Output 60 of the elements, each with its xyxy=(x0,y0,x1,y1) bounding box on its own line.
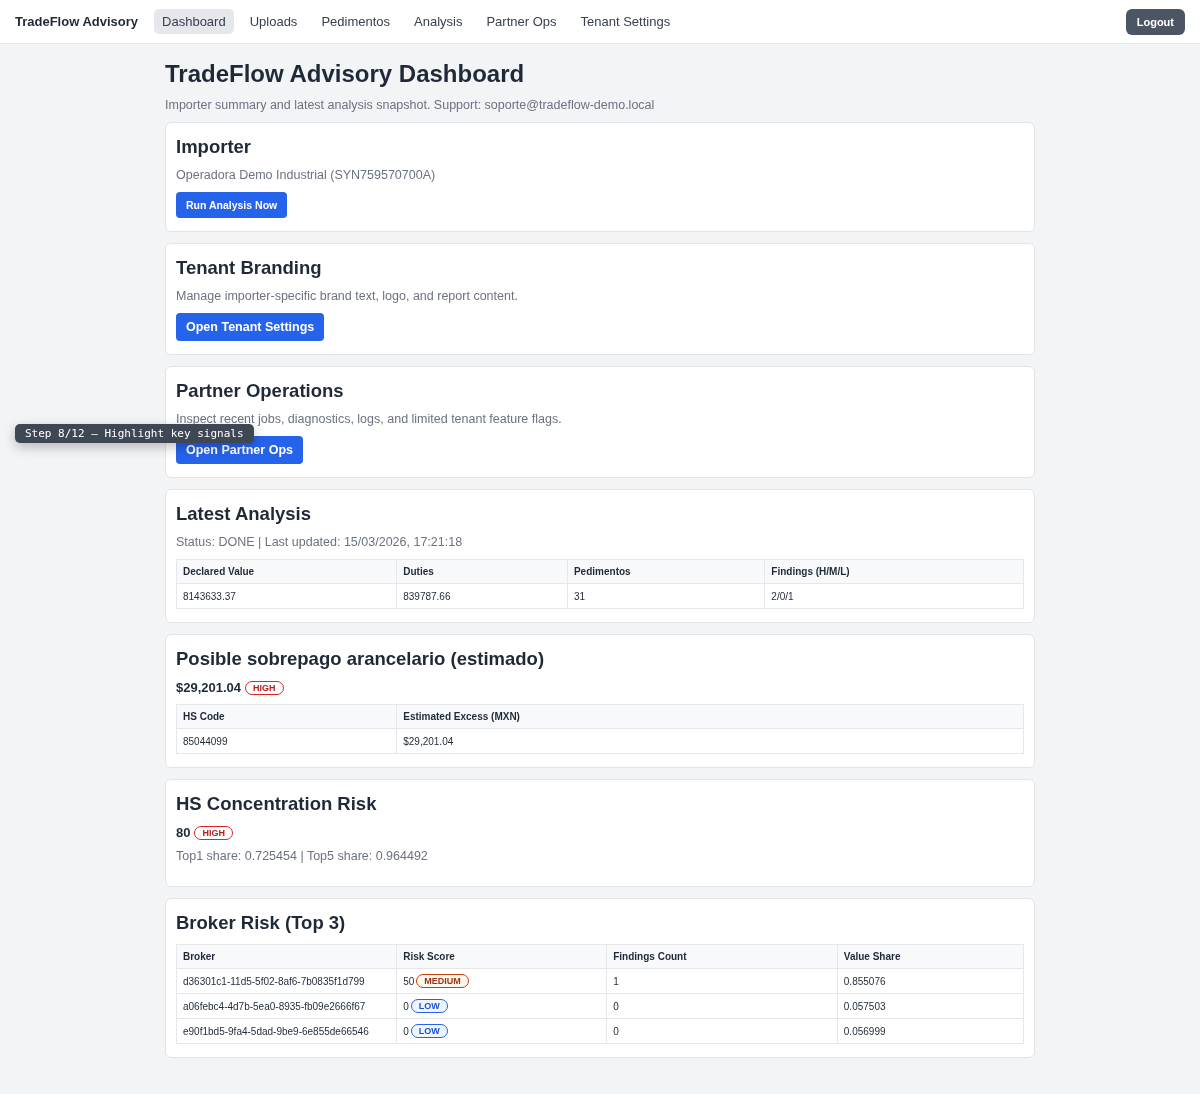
column-header: Declared Value xyxy=(176,559,397,584)
app-brand: TradeFlow Advisory xyxy=(15,14,139,29)
card-title: Broker Risk (Top 3) xyxy=(176,912,347,934)
column-header: Duties xyxy=(396,559,568,584)
nav-tab[interactable]: Tenant Settings xyxy=(572,9,679,34)
column-header: Findings Count xyxy=(606,944,838,969)
table-cell: a06febc4-4d7b-5ea0-8935-fb09e2666f67 xyxy=(183,1000,366,1012)
card-title: Partner Operations xyxy=(176,380,345,402)
table-cell: 0.057503 xyxy=(843,1000,886,1012)
table-cell: 0.855076 xyxy=(843,975,886,987)
risk-badge: LOW xyxy=(410,1024,448,1038)
column-header: Broker xyxy=(176,944,397,969)
card-text: Manage importer-specific brand text, logo, and report content. xyxy=(176,289,519,303)
table-cell: 0 xyxy=(403,1025,409,1037)
column-header: Risk Score xyxy=(396,944,607,969)
table-cell: 8143633.37 xyxy=(183,590,236,602)
card-title: Tenant Branding xyxy=(176,257,323,279)
table-cell: 0 xyxy=(403,1000,409,1012)
figure-value: $29,201.04 xyxy=(176,680,242,695)
tour-tooltip: Step 8/12 — Highlight key signals xyxy=(15,424,254,443)
nav-tab[interactable]: Analysis xyxy=(406,9,471,34)
page-title: TradeFlow Advisory Dashboard xyxy=(165,60,526,88)
table-cell: 0 xyxy=(613,1000,619,1012)
table-cell: 85044099 xyxy=(183,735,228,747)
table-cell: d36301c1-11d5-5f02-8af6-7b0835f1d799 xyxy=(183,975,365,987)
table-cell: $29,201.04 xyxy=(403,735,454,747)
table-cell: 50 xyxy=(403,975,415,987)
risk-badge: MEDIUM xyxy=(416,974,469,988)
nav-tab[interactable]: Uploads xyxy=(241,9,306,34)
card-text: Inspect recent jobs, diagnostics, logs, and limited tenant feature flags. xyxy=(176,412,563,426)
column-header: Estimated Excess (MXN) xyxy=(396,704,1024,729)
card-title: Posible sobrepago arancelario (estimado) xyxy=(176,648,546,670)
table-cell: 0 xyxy=(613,1025,619,1037)
card-title: HS Concentration Risk xyxy=(176,793,378,815)
card-title: Importer xyxy=(176,136,253,158)
table-cell: 839787.66 xyxy=(403,590,451,602)
table-cell: 31 xyxy=(573,590,586,602)
risk-badge: HIGH xyxy=(194,825,233,840)
table-cell: 0.056999 xyxy=(843,1025,886,1037)
page-subtitle: Importer summary and latest analysis snapshot. Support: soporte@tradeflow-demo.local xyxy=(165,98,656,112)
table-cell: e90f1bd5-9fa4-5dad-9be9-6e855de66546 xyxy=(183,1025,369,1037)
card-text: Operadora Demo Industrial (SYN759570700A) xyxy=(176,168,437,182)
figure-value: 80 xyxy=(176,825,191,840)
nav-tab[interactable]: Dashboard xyxy=(154,9,234,34)
column-header: HS Code xyxy=(176,704,397,729)
logout-button[interactable]: Logout xyxy=(1125,8,1185,35)
table-cell: 1 xyxy=(613,975,619,987)
risk-badge: HIGH xyxy=(245,680,284,695)
risk-badge: LOW xyxy=(410,999,448,1013)
card-text: Status: DONE | Last updated: 15/03/2026, 17:21:18 xyxy=(176,535,464,549)
card-text: Top1 share: 0.725454 | Top5 share: 0.964492 xyxy=(176,849,429,863)
column-header: Pedimentos xyxy=(567,559,765,584)
card-title: Latest Analysis xyxy=(176,503,313,525)
column-header: Findings (H/M/L) xyxy=(764,559,1024,584)
action-button[interactable]: Run Analysis Now xyxy=(176,192,288,218)
nav-tab[interactable]: Pedimentos xyxy=(313,9,399,34)
action-button[interactable]: Open Tenant Settings xyxy=(176,313,325,341)
column-header: Value Share xyxy=(837,944,1024,969)
nav-tab[interactable]: Partner Ops xyxy=(478,9,565,34)
table-cell: 2/0/1 xyxy=(771,590,794,602)
